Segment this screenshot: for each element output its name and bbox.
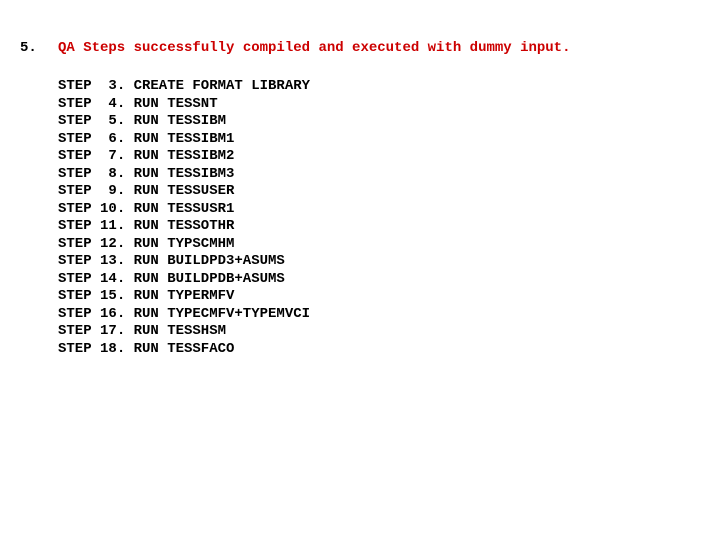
step-description: RUN TYPERMFV bbox=[134, 288, 235, 306]
steps-list: STEP 3. CREATE FORMAT LIBRARY STEP 4. RUN T… bbox=[58, 78, 700, 358]
step-row: STEP 15. RUN TYPERMFV bbox=[58, 288, 700, 306]
step-row: STEP 3. CREATE FORMAT LIBRARY bbox=[58, 78, 700, 96]
step-dot: . bbox=[117, 183, 125, 201]
step-label: STEP bbox=[58, 218, 92, 236]
step-dot: . bbox=[117, 218, 125, 236]
step-description: RUN TESSUSER bbox=[134, 183, 235, 201]
step-dot: . bbox=[117, 236, 125, 254]
step-label: STEP bbox=[58, 236, 92, 254]
step-description: RUN TESSIBM bbox=[134, 113, 226, 131]
step-number: 7 bbox=[92, 148, 117, 166]
step-dot: . bbox=[117, 288, 125, 306]
step-number: 16 bbox=[92, 306, 117, 324]
step-label: STEP bbox=[58, 323, 92, 341]
step-dot: . bbox=[117, 323, 125, 341]
section-title: QA Steps successfully compiled and execu… bbox=[58, 40, 570, 56]
step-dot: . bbox=[117, 96, 125, 114]
step-dot: . bbox=[117, 148, 125, 166]
step-number: 6 bbox=[92, 131, 117, 149]
step-label: STEP bbox=[58, 201, 92, 219]
step-description: RUN TESSIBM3 bbox=[134, 166, 235, 184]
step-number: 3 bbox=[92, 78, 117, 96]
step-dot: . bbox=[117, 113, 125, 131]
step-row: STEP 6. RUN TESSIBM1 bbox=[58, 131, 700, 149]
step-label: STEP bbox=[58, 131, 92, 149]
step-number: 12 bbox=[92, 236, 117, 254]
step-row: STEP 10. RUN TESSUSR1 bbox=[58, 201, 700, 219]
step-number: 13 bbox=[92, 253, 117, 271]
step-number: 17 bbox=[92, 323, 117, 341]
step-number: 15 bbox=[92, 288, 117, 306]
step-row: STEP 9. RUN TESSUSER bbox=[58, 183, 700, 201]
step-description: CREATE FORMAT LIBRARY bbox=[134, 78, 310, 96]
step-dot: . bbox=[117, 341, 125, 359]
step-number: 11 bbox=[92, 218, 117, 236]
step-label: STEP bbox=[58, 253, 92, 271]
step-description: RUN TYPSCMHM bbox=[134, 236, 235, 254]
step-description: RUN TESSIBM1 bbox=[134, 131, 235, 149]
step-label: STEP bbox=[58, 306, 92, 324]
step-dot: . bbox=[117, 166, 125, 184]
step-description: RUN TYPECMFV+TYPEMVCI bbox=[134, 306, 310, 324]
step-dot: . bbox=[117, 271, 125, 289]
step-label: STEP bbox=[58, 78, 92, 96]
step-dot: . bbox=[117, 306, 125, 324]
step-row: STEP 4. RUN TESSNT bbox=[58, 96, 700, 114]
step-number: 4 bbox=[92, 96, 117, 114]
step-dot: . bbox=[117, 253, 125, 271]
step-row: STEP 17. RUN TESSHSM bbox=[58, 323, 700, 341]
step-row: STEP 11. RUN TESSOTHR bbox=[58, 218, 700, 236]
step-row: STEP 14. RUN BUILDPDB+ASUMS bbox=[58, 271, 700, 289]
step-label: STEP bbox=[58, 271, 92, 289]
step-row: STEP 13. RUN BUILDPD3+ASUMS bbox=[58, 253, 700, 271]
step-row: STEP 16. RUN TYPECMFV+TYPEMVCI bbox=[58, 306, 700, 324]
step-row: STEP 8. RUN TESSIBM3 bbox=[58, 166, 700, 184]
step-label: STEP bbox=[58, 166, 92, 184]
step-number: 18 bbox=[92, 341, 117, 359]
step-number: 10 bbox=[92, 201, 117, 219]
step-dot: . bbox=[117, 78, 125, 96]
step-description: RUN BUILDPD3+ASUMS bbox=[134, 253, 285, 271]
step-description: RUN TESSUSR1 bbox=[134, 201, 235, 219]
step-row: STEP 12. RUN TYPSCMHM bbox=[58, 236, 700, 254]
step-row: STEP 18. RUN TESSFACO bbox=[58, 341, 700, 359]
step-row: STEP 5. RUN TESSIBM bbox=[58, 113, 700, 131]
section-header: 5. QA Steps successfully compiled and ex… bbox=[20, 40, 700, 56]
section-number: 5. bbox=[20, 40, 58, 56]
step-label: STEP bbox=[58, 341, 92, 359]
step-description: RUN TESSIBM2 bbox=[134, 148, 235, 166]
step-label: STEP bbox=[58, 96, 92, 114]
step-row: STEP 7. RUN TESSIBM2 bbox=[58, 148, 700, 166]
step-label: STEP bbox=[58, 148, 92, 166]
step-number: 5 bbox=[92, 113, 117, 131]
step-number: 8 bbox=[92, 166, 117, 184]
step-label: STEP bbox=[58, 113, 92, 131]
step-description: RUN BUILDPDB+ASUMS bbox=[134, 271, 285, 289]
step-description: RUN TESSNT bbox=[134, 96, 218, 114]
step-label: STEP bbox=[58, 288, 92, 306]
step-dot: . bbox=[117, 201, 125, 219]
step-dot: . bbox=[117, 131, 125, 149]
step-label: STEP bbox=[58, 183, 92, 201]
step-description: RUN TESSHSM bbox=[134, 323, 226, 341]
step-number: 9 bbox=[92, 183, 117, 201]
step-number: 14 bbox=[92, 271, 117, 289]
step-description: RUN TESSOTHR bbox=[134, 218, 235, 236]
step-description: RUN TESSFACO bbox=[134, 341, 235, 359]
